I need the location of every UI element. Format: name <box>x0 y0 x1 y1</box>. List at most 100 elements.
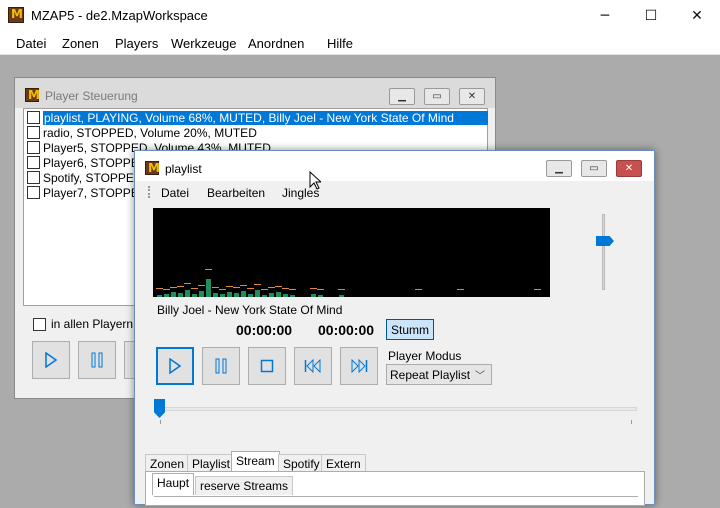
player-item-label: Player7, STOPPED <box>43 185 148 200</box>
time-total: 00:00:00 <box>318 322 375 338</box>
position-slider-thumb[interactable] <box>154 399 165 418</box>
spectrum-bar <box>206 279 211 297</box>
pause-icon <box>91 352 103 368</box>
spectrum-bar <box>276 292 281 297</box>
previous-button[interactable] <box>294 347 332 385</box>
spectrum-peak <box>191 288 198 289</box>
spectrum-peak <box>184 283 191 284</box>
pl-menu-datei[interactable]: Datei <box>161 186 189 200</box>
haupt-pane <box>154 496 638 508</box>
spectrum-bar <box>227 292 232 297</box>
ps-maximize-button[interactable]: ▭ <box>424 88 450 105</box>
player-steuerung-title: Player Steuerung <box>45 89 138 103</box>
spectrum-bar <box>269 293 274 297</box>
player-steuerung-titlebar[interactable]: Player Steuerung ▁ ▭ ✕ <box>15 78 495 108</box>
spectrum-bar <box>283 294 288 297</box>
ps-pause-button[interactable] <box>78 341 116 379</box>
subtab-reserve-streams[interactable]: reserve Streams <box>195 476 294 495</box>
player-list-item[interactable]: playlist, PLAYING, Volume 68%, MUTED, Bi… <box>25 110 488 125</box>
subtab-haupt[interactable]: Haupt <box>152 473 195 495</box>
pl-menu-bearbeiten[interactable]: Bearbeiten <box>207 186 265 200</box>
pl-close-button[interactable]: ✕ <box>616 160 642 177</box>
position-slider-track[interactable] <box>155 407 637 411</box>
player-checkbox[interactable] <box>27 186 40 199</box>
player-checkbox[interactable] <box>27 171 40 184</box>
ps-close-button[interactable]: ✕ <box>459 88 485 105</box>
playlist-menubar: Datei Bearbeiten Jingles <box>135 181 654 205</box>
spectrum-peak <box>177 286 184 287</box>
spectrum-bar <box>290 295 295 297</box>
maximize-button[interactable]: ☐ <box>628 0 674 31</box>
stop-button[interactable] <box>248 347 286 385</box>
close-button[interactable]: ✕ <box>674 0 720 31</box>
spectrum-peak <box>310 288 317 289</box>
spectrum-peak <box>198 285 205 286</box>
play-button[interactable] <box>156 347 194 385</box>
tab-stream[interactable]: Stream <box>231 451 280 472</box>
spectrum-bar <box>318 295 323 297</box>
spectrum-bar <box>213 293 218 297</box>
tab-playlist[interactable]: Playlist <box>187 454 236 472</box>
player-mode-label: Player Modus <box>388 349 462 363</box>
play-icon <box>169 358 181 374</box>
spectrum-peak <box>534 289 541 290</box>
mzap-app-icon <box>145 161 160 175</box>
player-mode-value: Repeat Playlist <box>390 368 471 382</box>
mzap-app-icon <box>25 88 40 102</box>
menu-hilfe[interactable]: Hilfe <box>327 36 353 51</box>
spectrum-bar <box>178 293 183 297</box>
player-checkbox[interactable] <box>27 141 40 154</box>
spectrum-peak <box>247 288 254 289</box>
spectrum-visualizer <box>153 208 550 297</box>
player-item-label: Player6, STOPPED <box>43 155 148 170</box>
mute-button[interactable]: Stumm <box>386 319 434 340</box>
ps-play-button[interactable] <box>32 341 70 379</box>
spectrum-bar <box>185 290 190 297</box>
menu-players[interactable]: Players <box>115 36 158 51</box>
player-checkbox[interactable] <box>27 111 40 124</box>
spectrum-peak <box>275 286 282 287</box>
pl-maximize-button[interactable]: ▭ <box>581 160 607 177</box>
spectrum-peak <box>261 289 268 290</box>
player-mode-select[interactable]: Repeat Playlist ﹀ <box>386 364 492 385</box>
spectrum-peak <box>338 289 345 290</box>
minimize-button[interactable]: ─ <box>582 0 628 31</box>
tab-spotify[interactable]: Spotify <box>278 454 325 472</box>
playlist-titlebar[interactable]: playlist ▁ ▭ ✕ <box>135 151 654 181</box>
tab-zonen[interactable]: Zonen <box>145 454 190 472</box>
player-item-label: radio, STOPPED, Volume 20%, MUTED <box>43 125 257 140</box>
pl-minimize-button[interactable]: ▁ <box>546 160 572 177</box>
spectrum-peak <box>457 289 464 290</box>
stream-tab-pane: Haupt reserve Streams <box>145 471 645 506</box>
next-button[interactable] <box>340 347 378 385</box>
player-checkbox[interactable] <box>27 126 40 139</box>
playlist-title: playlist <box>165 162 202 176</box>
spectrum-bar <box>199 291 204 297</box>
playlist-window: playlist ▁ ▭ ✕ Datei Bearbeiten Jingles … <box>134 150 655 506</box>
mouse-cursor-icon <box>309 171 321 190</box>
pause-icon <box>215 358 227 374</box>
menu-werkzeuge[interactable]: Werkzeuge <box>171 36 237 51</box>
skip-forward-icon <box>351 359 368 373</box>
tab-extern[interactable]: Extern <box>321 454 366 472</box>
all-players-checkbox[interactable] <box>33 317 46 331</box>
all-players-option[interactable]: in allen Playern üb <box>33 317 150 331</box>
volume-slider-thumb[interactable] <box>596 236 614 246</box>
player-item-label: playlist, PLAYING, Volume 68%, MUTED, Bi… <box>43 110 488 125</box>
ps-minimize-button[interactable]: ▁ <box>389 88 415 105</box>
spectrum-peak <box>163 289 170 290</box>
player-list-item[interactable]: radio, STOPPED, Volume 20%, MUTED <box>25 125 488 140</box>
spectrum-peak <box>205 269 212 270</box>
player-checkbox[interactable] <box>27 156 40 169</box>
player-item-label: Spotify, STOPPED, <box>43 170 146 185</box>
menu-datei[interactable]: Datei <box>16 36 46 51</box>
current-song: Billy Joel - New York State Of Mind <box>157 303 343 317</box>
menu-anordnen[interactable]: Anordnen <box>248 36 304 51</box>
mzap-app-icon <box>8 7 24 23</box>
spectrum-peak <box>170 287 177 288</box>
volume-slider-track[interactable] <box>602 214 605 290</box>
spectrum-bar <box>339 295 344 297</box>
main-menubar: Datei Zonen Players Werkzeuge Anordnen H… <box>0 31 720 55</box>
menu-zonen[interactable]: Zonen <box>62 36 99 51</box>
pause-button[interactable] <box>202 347 240 385</box>
